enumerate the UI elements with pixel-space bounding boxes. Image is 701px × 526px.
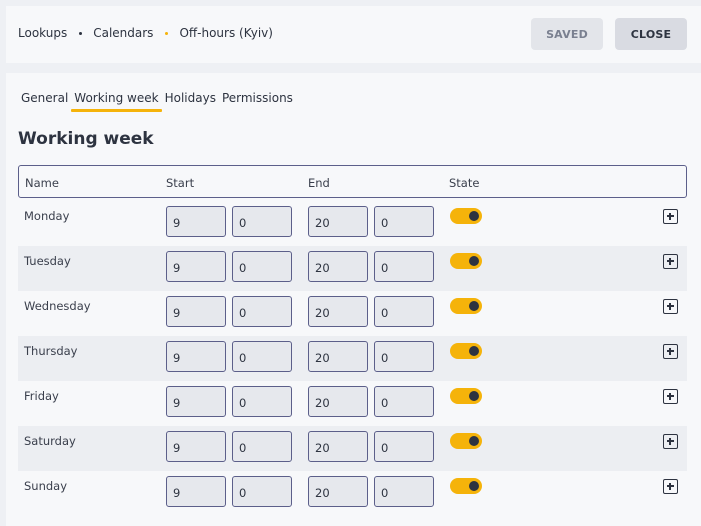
- end-minute-input[interactable]: 0: [374, 251, 434, 282]
- end-minute-input[interactable]: 0: [374, 386, 434, 417]
- close-button[interactable]: CLOSE: [615, 18, 687, 50]
- toggle-knob: [469, 211, 479, 221]
- tab-holidays[interactable]: Holidays: [162, 91, 219, 112]
- table-row: Friday 9 0 20 0: [18, 381, 687, 426]
- add-interval-icon[interactable]: [663, 389, 678, 404]
- start-minute-input[interactable]: 0: [232, 341, 292, 372]
- end-hour-input[interactable]: 20: [308, 296, 368, 327]
- end-minute-input[interactable]: 0: [374, 206, 434, 237]
- end-hour-input[interactable]: 20: [308, 431, 368, 462]
- state-toggle[interactable]: [450, 388, 482, 404]
- saved-button[interactable]: SAVED: [531, 18, 603, 50]
- add-interval-icon[interactable]: [663, 344, 678, 359]
- toggle-knob: [469, 256, 479, 266]
- page-title: Working week: [18, 129, 154, 149]
- toggle-knob: [469, 481, 479, 491]
- start-hour-input[interactable]: 9: [166, 206, 226, 237]
- end-hour-input[interactable]: 20: [308, 386, 368, 417]
- table-row: Thursday 9 0 20 0: [18, 336, 687, 381]
- start-hour-input[interactable]: 9: [166, 431, 226, 462]
- state-toggle[interactable]: [450, 343, 482, 359]
- day-name: Wednesday: [24, 299, 91, 313]
- table-header: Name Start End State: [18, 165, 687, 198]
- breadcrumb-lookups[interactable]: Lookups: [18, 26, 67, 40]
- start-minute-input[interactable]: 0: [232, 431, 292, 462]
- start-hour-input[interactable]: 9: [166, 296, 226, 327]
- table-row: Saturday 9 0 20 0: [18, 426, 687, 471]
- start-hour-input[interactable]: 9: [166, 386, 226, 417]
- add-interval-icon[interactable]: [663, 209, 678, 224]
- state-toggle[interactable]: [450, 433, 482, 449]
- start-minute-input[interactable]: 0: [232, 251, 292, 282]
- day-name: Thursday: [24, 344, 78, 358]
- breadcrumb-separator-icon: [165, 31, 169, 35]
- state-toggle[interactable]: [450, 478, 482, 494]
- end-hour-input[interactable]: 20: [308, 476, 368, 507]
- table-row: Tuesday 9 0 20 0: [18, 246, 687, 291]
- tab-general[interactable]: General: [18, 91, 71, 112]
- table-row: Sunday 9 0 20 0: [18, 471, 687, 516]
- breadcrumb-separator-icon: [79, 31, 83, 35]
- end-hour-input[interactable]: 20: [308, 341, 368, 372]
- day-name: Monday: [24, 209, 70, 223]
- add-interval-icon[interactable]: [663, 299, 678, 314]
- column-start: Start: [166, 176, 195, 190]
- breadcrumb-current: Off-hours (Kyiv): [179, 26, 273, 40]
- end-hour-input[interactable]: 20: [308, 251, 368, 282]
- top-bar: Lookups Calendars Off-hours (Kyiv) SAVED…: [6, 6, 701, 63]
- column-name: Name: [25, 176, 59, 190]
- start-hour-input[interactable]: 9: [166, 341, 226, 372]
- add-interval-icon[interactable]: [663, 254, 678, 269]
- tab-working-week[interactable]: Working week: [71, 91, 162, 112]
- day-name: Tuesday: [24, 254, 71, 268]
- state-toggle[interactable]: [450, 298, 482, 314]
- table-row: Wednesday 9 0 20 0: [18, 291, 687, 336]
- column-end: End: [308, 176, 330, 190]
- start-minute-input[interactable]: 0: [232, 386, 292, 417]
- start-minute-input[interactable]: 0: [232, 296, 292, 327]
- start-hour-input[interactable]: 9: [166, 251, 226, 282]
- toggle-knob: [469, 391, 479, 401]
- day-name: Friday: [24, 389, 59, 403]
- toggle-knob: [469, 436, 479, 446]
- table-row: Monday 9 0 20 0: [18, 201, 687, 246]
- breadcrumb: Lookups Calendars Off-hours (Kyiv): [18, 26, 273, 40]
- end-minute-input[interactable]: 0: [374, 296, 434, 327]
- tab-bar: General Working week Holidays Permission…: [18, 91, 296, 112]
- toggle-knob: [469, 346, 479, 356]
- end-hour-input[interactable]: 20: [308, 206, 368, 237]
- column-state: State: [449, 176, 480, 190]
- tab-permissions[interactable]: Permissions: [219, 91, 296, 112]
- start-minute-input[interactable]: 0: [232, 476, 292, 507]
- end-minute-input[interactable]: 0: [374, 431, 434, 462]
- breadcrumb-calendars[interactable]: Calendars: [93, 26, 153, 40]
- main-panel: General Working week Holidays Permission…: [6, 73, 701, 526]
- add-interval-icon[interactable]: [663, 434, 678, 449]
- state-toggle[interactable]: [450, 208, 482, 224]
- state-toggle[interactable]: [450, 253, 482, 269]
- toggle-knob: [469, 301, 479, 311]
- start-hour-input[interactable]: 9: [166, 476, 226, 507]
- day-name: Sunday: [24, 479, 68, 493]
- end-minute-input[interactable]: 0: [374, 341, 434, 372]
- day-name: Saturday: [24, 434, 76, 448]
- end-minute-input[interactable]: 0: [374, 476, 434, 507]
- add-interval-icon[interactable]: [663, 479, 678, 494]
- start-minute-input[interactable]: 0: [232, 206, 292, 237]
